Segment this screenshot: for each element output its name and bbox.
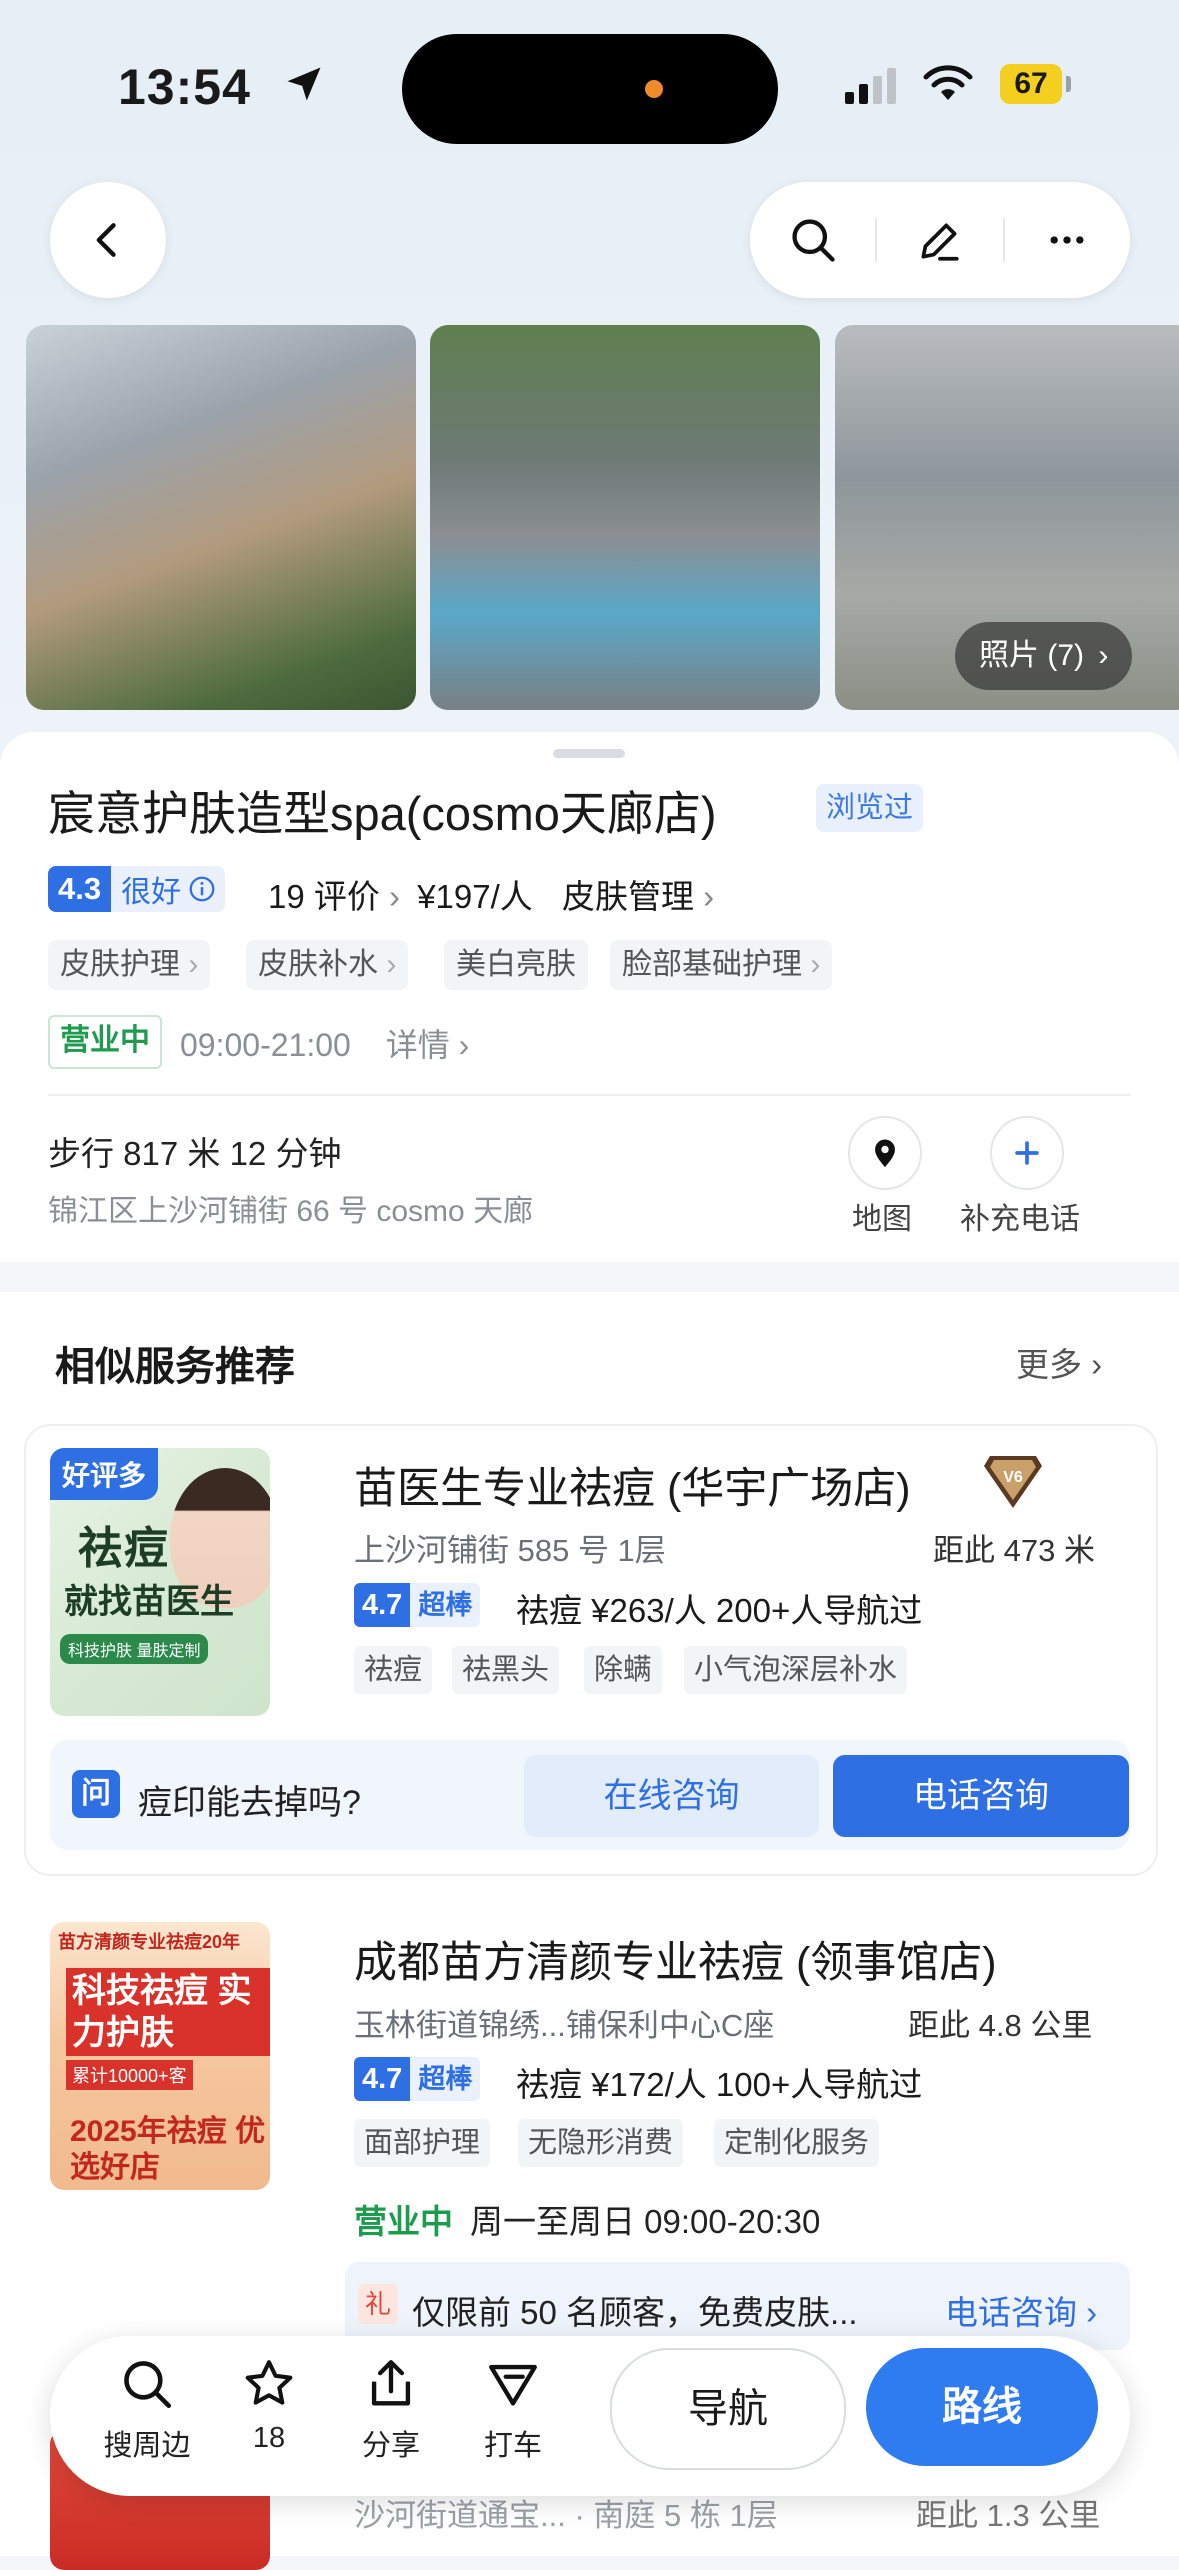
back-chevron-icon <box>96 223 116 257</box>
service-meta: 祛痘 ¥263/人 200+人导航过 <box>516 1592 923 1629</box>
store-photo-1[interactable] <box>26 325 416 710</box>
store-photo-2[interactable] <box>430 325 820 710</box>
business-hours: 周一至周日 09:00-20:30 <box>470 2203 821 2240</box>
place-meta: 19 评价 › ¥197/人 皮肤管理 › <box>268 878 715 915</box>
recording-indicator <box>645 80 663 98</box>
service-tag: 定制化服务 <box>714 2119 880 2167</box>
nearby-search-button[interactable]: 搜周边 <box>92 2352 202 2464</box>
price: ¥197/人 <box>417 878 533 915</box>
taxi-icon <box>489 2364 537 2406</box>
walk-info: 步行 817 米 12 分钟 <box>48 1135 342 1172</box>
cellular-signal-icon <box>845 68 896 104</box>
category-link[interactable]: 皮肤管理 <box>562 878 694 915</box>
top-actions <box>750 182 1130 298</box>
map-button[interactable] <box>848 1116 922 1190</box>
reviews-link[interactable]: 19 评价 <box>268 878 380 915</box>
place-title: 宸意护肤造型spa(cosmo天廊店) <box>48 787 717 840</box>
more-button[interactable] <box>1005 182 1130 298</box>
plus-icon <box>1015 1141 1039 1165</box>
promo-phone-link[interactable]: 电话咨询 › <box>945 2286 1097 2334</box>
rating-badge[interactable]: 4.3 很好 <box>48 866 226 912</box>
route-button[interactable]: 路线 <box>866 2348 1098 2466</box>
wifi-icon <box>923 65 973 100</box>
tag-facial-basic[interactable]: 脸部基础护理 › <box>610 940 833 990</box>
search-button[interactable] <box>750 182 875 298</box>
tag-whitening[interactable]: 美白亮肤 <box>444 940 588 990</box>
battery-indicator: 67 <box>1000 64 1062 104</box>
search-icon <box>124 2361 172 2409</box>
place-address[interactable]: 锦江区上沙河铺街 66 号 cosmo 天廊 <box>48 1186 533 1230</box>
add-phone-button[interactable] <box>990 1116 1064 1190</box>
location-arrow-icon <box>287 67 321 101</box>
divider <box>48 1094 1131 1096</box>
tag-skin-care[interactable]: 皮肤护理 › <box>48 940 211 990</box>
good-reviews-badge: 好评多 <box>50 1448 159 1500</box>
share-button[interactable]: 分享 <box>336 2352 446 2464</box>
service-distance: 距此 473 米 <box>933 1533 1095 1568</box>
favorite-button[interactable]: 18 <box>214 2352 324 2455</box>
more-link[interactable]: 更多 › <box>1016 1338 1102 1386</box>
edit-button[interactable] <box>877 182 1002 298</box>
drag-handle[interactable] <box>553 749 625 758</box>
service-distance: 距此 4.8 公里 <box>908 2008 1093 2043</box>
open-status-badge: 营业中 <box>48 1015 162 1069</box>
photo-count-button[interactable]: 照片 (7) › <box>955 622 1133 690</box>
edit-pencil-icon <box>921 223 959 261</box>
info-icon <box>189 876 215 902</box>
service-rating: 4.7 超棒 <box>354 1583 481 1627</box>
search-icon <box>792 219 835 262</box>
qa-question[interactable]: 痘印能去掉吗? <box>138 1775 361 1824</box>
service-tag: 祛痘 <box>354 1646 433 1694</box>
add-phone-label: 补充电话 <box>960 1203 1080 1236</box>
more-dots-icon <box>1050 236 1084 244</box>
viewed-badge: 浏览过 <box>816 784 924 832</box>
phone-consult-button[interactable]: 电话咨询 <box>833 1755 1129 1837</box>
service-tag: 祛黑头 <box>452 1646 560 1694</box>
service-rating: 4.7 超棒 <box>354 2057 481 2101</box>
question-icon: 问 <box>72 1770 120 1818</box>
star-icon <box>245 2360 293 2405</box>
open-status: 营业中 <box>354 2203 453 2240</box>
battery-tip <box>1066 76 1071 92</box>
service-address: 玉林街道锦绣...铺保利中心C座 <box>354 2008 775 2043</box>
promo-text: 仅限前 50 名顾客，免费皮肤... <box>412 2294 858 2331</box>
tag-hydration[interactable]: 皮肤补水 › <box>246 940 409 990</box>
dynamic-island <box>402 34 778 144</box>
share-icon <box>371 2360 411 2406</box>
taxi-button[interactable]: 打车 <box>458 2352 568 2464</box>
back-button[interactable] <box>50 182 166 298</box>
online-consult-button[interactable]: 在线咨询 <box>524 1755 819 1837</box>
navigate-button[interactable]: 导航 <box>610 2348 846 2470</box>
service-tag: 面部护理 <box>354 2119 491 2167</box>
service-tag: 无隐形消费 <box>518 2119 684 2167</box>
business-hours: 09:00-21:00 详情 › <box>180 1027 470 1063</box>
service-distance: 距此 1.3 公里 <box>916 2498 1101 2533</box>
svg-text:V6: V6 <box>1003 1469 1023 1486</box>
service-name[interactable]: 成都苗方清颜专业祛痘 (领事馆店) <box>354 1928 997 1990</box>
chevron-right-icon: › <box>1098 639 1109 672</box>
service-name[interactable]: 苗医生专业祛痘 (华宇广场店) <box>354 1454 911 1516</box>
map-pin-icon <box>875 1139 895 1168</box>
service-thumbnail[interactable]: 好评多 祛痘 就找苗医生 科技护肤 量肤定制 <box>50 1448 270 1716</box>
gift-icon: 礼 <box>358 2284 398 2324</box>
service-address: 上沙河铺街 585 号 1层 <box>354 1533 666 1568</box>
service-thumbnail[interactable]: 苗方清颜专业祛痘20年 科技祛痘 实力护肤 累计10000+客 2025年祛痘 … <box>50 1922 270 2190</box>
service-address: 沙河街道通宝... · 南庭 5 栋 1层 <box>354 2498 778 2533</box>
section-title: 相似服务推荐 <box>55 1345 295 1389</box>
map-label: 地图 <box>852 1203 912 1236</box>
service-meta: 祛痘 ¥172/人 100+人导航过 <box>516 2066 923 2103</box>
details-link[interactable]: 详情 <box>386 1027 450 1063</box>
status-time: 13:54 <box>118 59 251 115</box>
vip-level-badge: V6 <box>982 1452 1044 1510</box>
service-tag: 除螨 <box>584 1646 663 1694</box>
service-tag: 小气泡深层补水 <box>684 1646 908 1694</box>
